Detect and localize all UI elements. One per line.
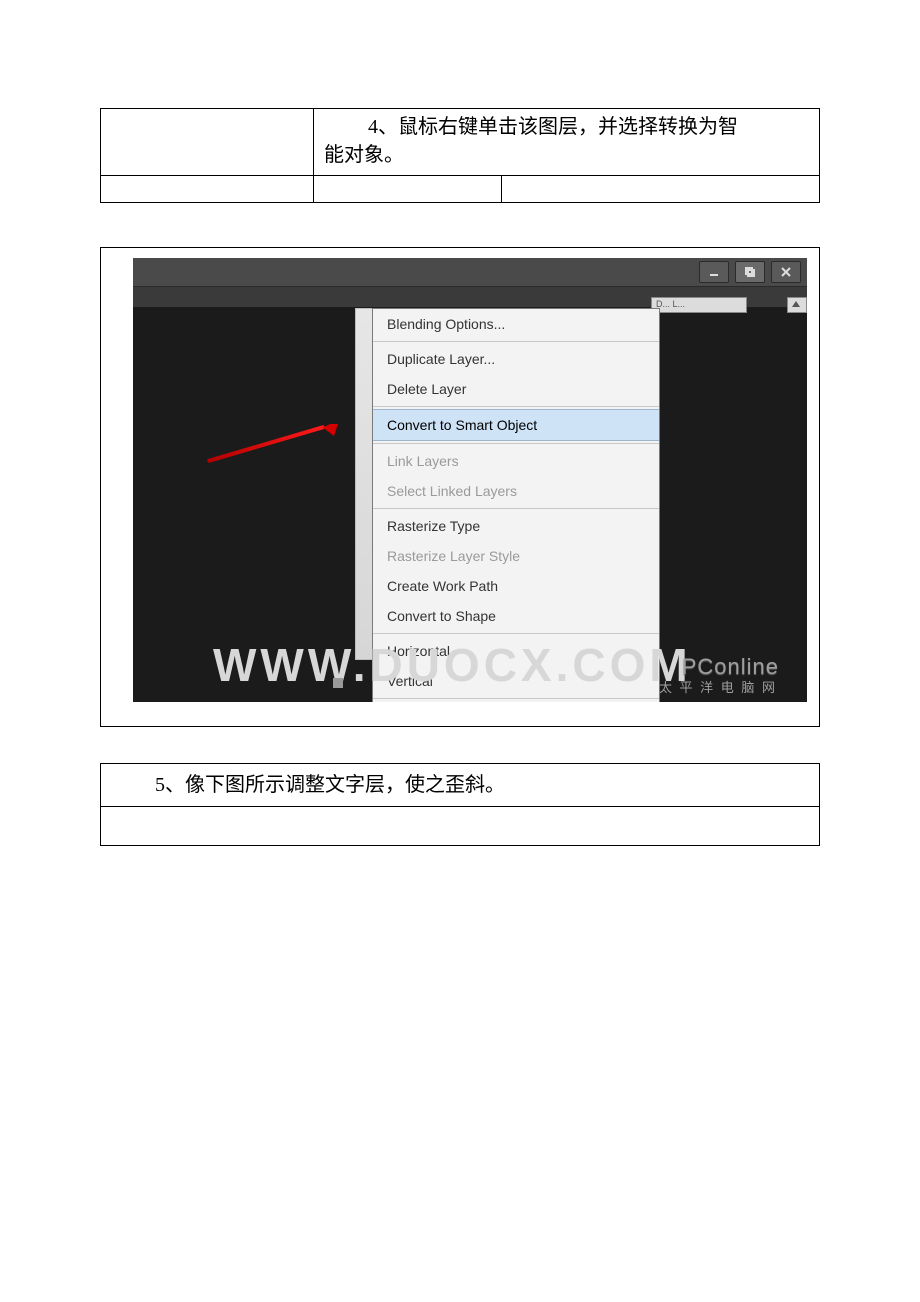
- step4-r2c3: [502, 176, 820, 203]
- menu-rasterize-layer-style[interactable]: Rasterize Layer Style: [373, 541, 659, 571]
- menu-blending-options[interactable]: Blending Options...: [373, 309, 659, 339]
- menu-separator: [373, 341, 659, 342]
- minimize-icon: [708, 266, 720, 278]
- watermark-sub: 太 平 洋 电 脑 网: [659, 677, 777, 696]
- step4-cell-text: 4、鼠标右键单击该图层，并选择转换为智 能对象。: [314, 109, 820, 176]
- menu-separator: [373, 698, 659, 699]
- annotation-arrow: [171, 424, 381, 464]
- step5-table: 5、像下图所示调整文字层，使之歪斜。: [100, 763, 820, 846]
- step4-table: 4、鼠标右键单击该图层，并选择转换为智 能对象。: [100, 108, 820, 203]
- menu-convert-smart-object[interactable]: Convert to Smart Object: [373, 409, 659, 441]
- truncated-tooltip: D... L...: [651, 297, 747, 313]
- window-titlebar: [133, 258, 807, 287]
- menu-create-work-path[interactable]: Create Work Path: [373, 571, 659, 601]
- step4-line1: 4、鼠标右键单击该图层，并选择转换为智: [324, 113, 809, 141]
- step5-text: 5、像下图所示调整文字层，使之歪斜。: [111, 771, 809, 799]
- step4-r2c2: [314, 176, 502, 203]
- menu-delete-layer[interactable]: Delete Layer: [373, 374, 659, 404]
- step4-r2c1: [101, 176, 314, 203]
- scroll-up-button[interactable]: [787, 297, 807, 313]
- maximize-button[interactable]: [735, 261, 765, 283]
- step4-cell-left: [101, 109, 314, 176]
- menu-select-linked-layers[interactable]: Select Linked Layers: [373, 476, 659, 506]
- window-subbar: D... L...: [133, 287, 807, 307]
- minimize-button[interactable]: [699, 261, 729, 283]
- menu-duplicate-layer[interactable]: Duplicate Layer...: [373, 344, 659, 374]
- menu-rasterize-type[interactable]: Rasterize Type: [373, 511, 659, 541]
- step5-empty-cell: [101, 807, 820, 846]
- menu-link-layers[interactable]: Link Layers: [373, 446, 659, 476]
- step4-line2: 能对象。: [324, 144, 404, 166]
- menu-none-truncated[interactable]: N...: [373, 701, 659, 702]
- menu-separator: [373, 406, 659, 407]
- menu-separator: [373, 508, 659, 509]
- close-icon: [780, 266, 792, 278]
- menu-separator: [373, 443, 659, 444]
- maximize-icon: [744, 266, 756, 278]
- watermark-big: WWW.DUOCX.COM: [213, 638, 692, 692]
- screenshot-frame: D... L... Blending Options... Duplicate …: [100, 247, 820, 727]
- menu-separator: [373, 633, 659, 634]
- watermark-dot: [333, 678, 343, 688]
- menu-convert-to-shape[interactable]: Convert to Shape: [373, 601, 659, 631]
- screenshot: D... L... Blending Options... Duplicate …: [133, 258, 807, 702]
- step5-text-cell: 5、像下图所示调整文字层，使之歪斜。: [101, 764, 820, 807]
- close-button[interactable]: [771, 261, 801, 283]
